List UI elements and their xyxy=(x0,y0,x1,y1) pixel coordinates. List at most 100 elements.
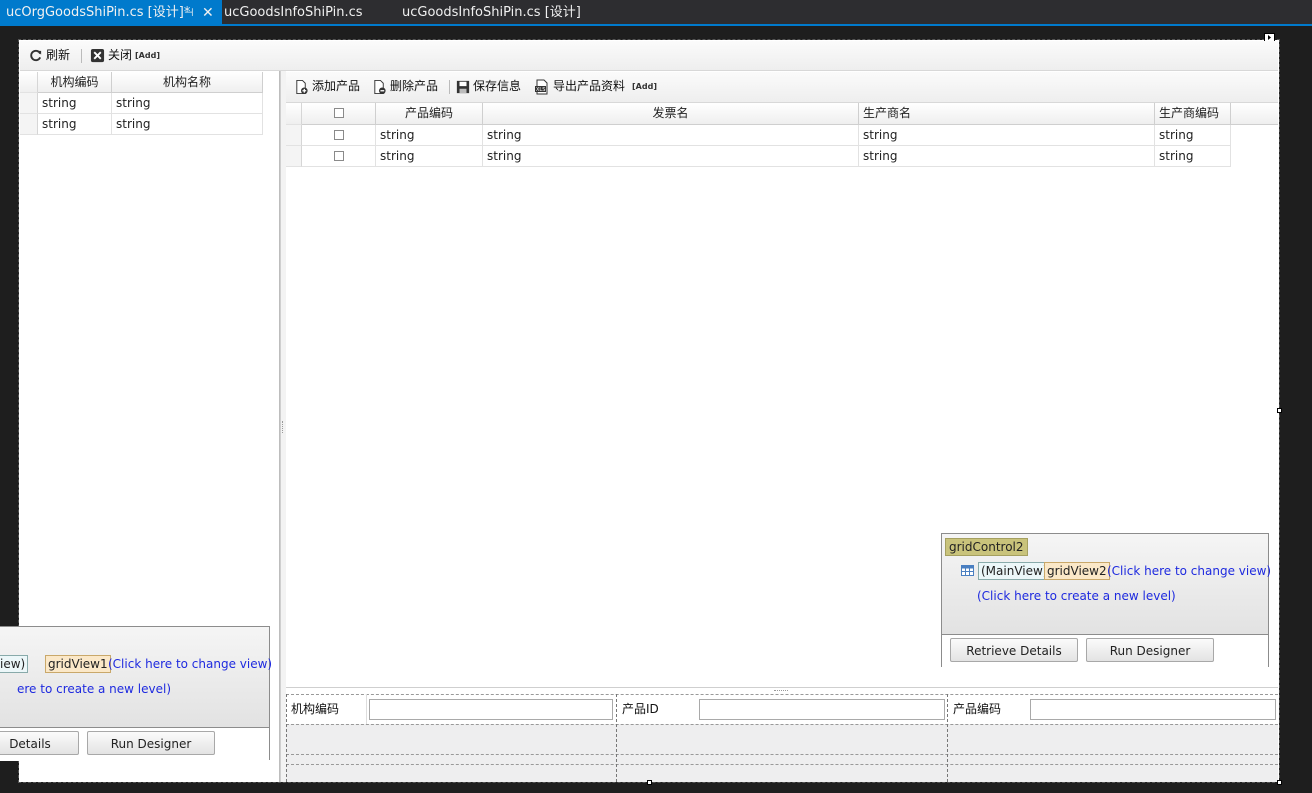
tab-ucgoodsinfoshipin-code[interactable]: ucGoodsInfoShiPin.cs xyxy=(224,0,394,24)
refresh-button[interactable]: 刷新 xyxy=(28,41,70,70)
run-designer-button[interactable]: Run Designer xyxy=(1086,638,1214,662)
grid-corner xyxy=(20,72,38,93)
org-code-label: 机构编码 xyxy=(291,702,340,716)
main-toolbar: 刷新 关闭 [Add] xyxy=(20,41,1278,71)
retrieve-details-button[interactable]: Details xyxy=(0,731,79,755)
product-id-input[interactable] xyxy=(699,699,945,720)
table-cell[interactable]: string xyxy=(483,146,859,167)
product-toolbar: 添加产品 删除产品 保存信息 XLS 导出产品资料 [Add] xyxy=(286,72,1278,103)
tab-label: ucOrgGoodsShiPin.cs [设计]* xyxy=(6,5,191,20)
resize-handle-right[interactable] xyxy=(1277,408,1282,413)
product-id-label: 产品ID xyxy=(622,702,659,716)
splitter-grip xyxy=(774,690,788,693)
bottom-layout-control: 机构编码 产品ID 产品编码 xyxy=(286,694,1278,782)
tab-ucorggoodsshipin-designer[interactable]: ucOrgGoodsShiPin.cs [设计]* ⊣ ✕ xyxy=(0,0,222,24)
main-view-label[interactable]: iew) xyxy=(0,655,29,673)
add-product-label: 添加产品 xyxy=(312,79,361,93)
layout-gridline xyxy=(616,694,617,782)
row-indicator[interactable] xyxy=(20,114,38,135)
create-level-link[interactable]: ere to create a new level) xyxy=(17,682,171,696)
table-cell[interactable]: string xyxy=(483,125,859,146)
layout-gridline xyxy=(286,764,1278,765)
change-view-link[interactable]: (Click here to change view) xyxy=(108,657,272,671)
grid-designer-panel-left: iew) gridView1 (Click here to change vie… xyxy=(0,626,272,761)
toolbar-separator xyxy=(81,49,82,63)
change-view-link[interactable]: (Click here to change view) xyxy=(1107,564,1271,578)
layout-gridline xyxy=(286,694,287,782)
table-cell[interactable]: string xyxy=(1155,146,1231,167)
left-org-grid[interactable]: 机构编码 机构名称 string string string string ie… xyxy=(0,71,280,782)
select-all-checkbox[interactable] xyxy=(334,108,344,118)
save-icon xyxy=(456,80,470,93)
table-cell[interactable]: string xyxy=(376,146,483,167)
table-cell[interactable]: string xyxy=(38,114,112,135)
gridview2-label[interactable]: gridView2 xyxy=(1044,562,1110,580)
close-label: 关闭 xyxy=(108,48,133,62)
run-designer-button[interactable]: Run Designer xyxy=(87,731,215,755)
product-code-label: 产品编码 xyxy=(953,702,1002,716)
toolbar-add-item[interactable]: [Add] xyxy=(135,41,160,70)
add-product-button[interactable]: 添加产品 xyxy=(294,72,360,101)
product-code-input[interactable] xyxy=(1030,699,1276,720)
column-header-manufacturer-code[interactable]: 生产商编码 xyxy=(1155,103,1231,125)
pin-icon[interactable]: ⊣ xyxy=(184,0,194,26)
column-header-manufacturer-name[interactable]: 生产商名 xyxy=(859,103,1155,125)
main-view-label[interactable]: (MainView) xyxy=(978,562,1051,580)
table-cell[interactable]: string xyxy=(376,125,483,146)
tab-ucgoodsinfoshipin-designer[interactable]: ucGoodsInfoShiPin.cs [设计] xyxy=(402,0,602,24)
table-cell[interactable]: string xyxy=(112,114,263,135)
splitter-grip xyxy=(282,421,285,433)
layout-gridline xyxy=(366,694,367,724)
grid-designer-panel-right: gridControl2 (MainView) gridView2 (Click… xyxy=(941,533,1271,668)
layout-gridline xyxy=(286,694,1278,695)
table-cell[interactable]: string xyxy=(112,93,263,114)
table-cell[interactable]: string xyxy=(38,93,112,114)
column-header-product-code[interactable]: 产品编码 xyxy=(376,103,483,125)
tab-label: ucGoodsInfoShiPin.cs xyxy=(224,5,363,20)
svg-text:XLS: XLS xyxy=(536,87,545,93)
tab-strip-accent-line xyxy=(0,24,1312,26)
row-checkbox[interactable] xyxy=(334,130,344,140)
row-indicator[interactable] xyxy=(286,146,302,167)
resize-handle-corner[interactable] xyxy=(1277,780,1282,785)
toolbar-add-item[interactable]: [Add] xyxy=(632,72,657,101)
resize-handle-bottom[interactable] xyxy=(647,780,652,785)
gridview1-label[interactable]: gridView1 xyxy=(45,655,111,673)
delete-document-icon xyxy=(374,79,386,94)
select-all-header[interactable] xyxy=(302,103,376,125)
close-icon xyxy=(90,48,105,63)
refresh-label: 刷新 xyxy=(46,48,71,62)
column-header-org-code[interactable]: 机构编码 xyxy=(38,72,112,93)
layout-gridline xyxy=(286,754,1278,755)
gridcontrol2-label[interactable]: gridControl2 xyxy=(945,538,1028,556)
close-tab-icon[interactable]: ✕ xyxy=(202,0,214,26)
retrieve-details-button[interactable]: Retrieve Details xyxy=(950,638,1078,662)
add-document-icon xyxy=(296,79,308,94)
export-xls-icon: XLS xyxy=(535,79,548,94)
row-select-cell[interactable] xyxy=(302,146,376,167)
delete-product-button[interactable]: 删除产品 xyxy=(372,72,438,101)
column-header-filler xyxy=(1231,103,1278,125)
delete-product-label: 删除产品 xyxy=(390,79,439,93)
grid-view-icon xyxy=(961,565,974,576)
row-select-cell[interactable] xyxy=(302,125,376,146)
row-indicator[interactable] xyxy=(286,125,302,146)
save-info-label: 保存信息 xyxy=(473,79,522,93)
toolbar-separator xyxy=(449,80,450,94)
export-product-button[interactable]: XLS 导出产品资料 [Add] xyxy=(534,72,657,101)
product-grid[interactable]: 产品编码 发票名 生产商名 生产商编码 string string string… xyxy=(286,103,1278,688)
org-code-input[interactable] xyxy=(369,699,613,720)
column-header-org-name[interactable]: 机构名称 xyxy=(112,72,263,93)
close-button[interactable]: 关闭 [Add] xyxy=(90,41,160,70)
save-info-button[interactable]: 保存信息 xyxy=(456,72,521,101)
row-checkbox[interactable] xyxy=(334,151,344,161)
export-product-label: 导出产品资料 xyxy=(553,79,626,93)
row-indicator[interactable] xyxy=(20,93,38,114)
table-cell[interactable]: string xyxy=(859,125,1155,146)
table-cell[interactable]: string xyxy=(859,146,1155,167)
column-header-invoice-name[interactable]: 发票名 xyxy=(483,103,859,125)
create-level-link[interactable]: (Click here to create a new level) xyxy=(977,589,1176,603)
tab-label: ucGoodsInfoShiPin.cs [设计] xyxy=(402,5,581,20)
refresh-icon xyxy=(30,49,42,62)
table-cell[interactable]: string xyxy=(1155,125,1231,146)
